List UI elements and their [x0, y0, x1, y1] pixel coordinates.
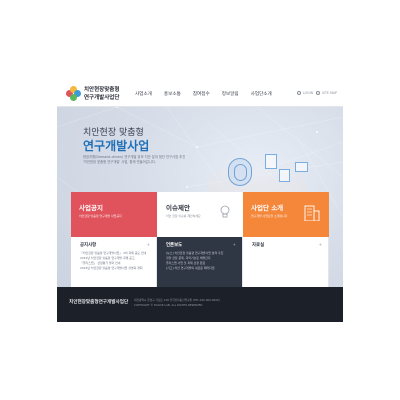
footer-copyright: COPYRIGHT © POLICE LAB. ALL RIGHTS RESER…: [134, 303, 204, 307]
hero-description: 현장지향(Demand-driven) 연구개발 공모 치안 분야 첨단 연구사…: [83, 155, 201, 164]
document-icon: [265, 154, 277, 169]
card-business-notice[interactable]: 사업공지 치안현장 맞춤형 연구개발 사업공지: [71, 192, 157, 237]
quick-cards: 사업공지 치안현장 맞춤형 연구개발 사업공지 이슈제안 치안 현장 이슈를 제…: [71, 192, 329, 237]
card-desc: 치안 현장 이슈를 제안하세요: [166, 214, 201, 218]
footer-logo: 치안현장맞춤형연구개발사업단: [69, 300, 129, 305]
more-button[interactable]: +: [147, 242, 150, 247]
card-desc: 연구개발 사업단을 소개합니다: [251, 214, 288, 218]
sitemap-link[interactable]: SITE MAP: [322, 91, 337, 95]
hero-desc-line1: 현장지향(Demand-driven) 연구개발 공모 치안 분야 첨단 연구사…: [83, 155, 186, 159]
site-footer: 치안현장맞춤형연구개발사업단 대전광역시 유성구 가정로 218 한국전자통신연…: [57, 287, 343, 322]
card-issue-proposal[interactable]: 이슈제안 치안 현장 이슈를 제안하세요: [157, 192, 243, 237]
more-button[interactable]: +: [233, 242, 236, 247]
nav-item-pr[interactable]: 홍보소통: [164, 91, 181, 97]
panel-archive: 자료실 +: [243, 237, 329, 287]
nav-item-apply[interactable]: 참여접수: [193, 91, 210, 97]
nav-item-info[interactable]: 정보알림: [222, 91, 239, 97]
nav-item-about[interactable]: 사업소개: [135, 91, 152, 97]
panel-press: 언론보도 + [뉴스] 치안현장 맞춤형 연구개발사업 본격 추진 경찰 현장 …: [157, 237, 243, 287]
main-nav: 사업소개 홍보소통 참여접수 정보알림 사업단소개: [135, 80, 284, 107]
card-title: 사업단 소개: [251, 204, 284, 212]
panel-notices: 공지사항 + 「치안현장 맞춤형 연구개발사업」 2차 과제 공모 안내 201…: [71, 237, 157, 287]
login-icon: [297, 91, 301, 95]
more-button[interactable]: +: [319, 242, 322, 247]
list-item[interactable]: [기고] 치안 연구개발의 새로운 패러다임: [166, 266, 223, 271]
building-icon: [304, 205, 320, 221]
board-panels: 공지사항 + 「치안현장 맞춤형 연구개발사업」 2차 과제 공모 안내 201…: [71, 237, 329, 287]
logo-text-line1[interactable]: 치안현장맞춤형: [84, 85, 119, 93]
card-title: 사업공지: [79, 204, 103, 212]
list-item[interactable]: 2019년 치안현장 맞춤형 연구개발사업 설명회 개최: [80, 266, 146, 271]
card-org-intro[interactable]: 사업단 소개 연구개발 사업단을 소개합니다: [243, 192, 329, 237]
logo-text-line2[interactable]: 연구개발사업단: [84, 93, 119, 101]
hero-desc-line2: '치안현장 맞춤형 연구개발' 사업, 함께 만들어갑니다.: [83, 159, 156, 164]
hero-title: 연구개발사업: [83, 139, 150, 153]
logo-emblem[interactable]: [66, 86, 81, 101]
sitemap-icon: [316, 91, 321, 95]
site-header: 치안현장맞춤형 연구개발사업단 사업소개 홍보소통 참여접수 정보알림 사업단소…: [57, 80, 343, 107]
card-desc: 치안현장 맞춤형 연구개발 사업공지: [79, 214, 122, 218]
document-icon: [279, 169, 290, 182]
card-title: 이슈제안: [166, 204, 190, 212]
login-link[interactable]: LOGIN: [303, 91, 313, 95]
panel-title: 자료실: [252, 243, 265, 248]
website-frame: 치안현장맞춤형 연구개발사업단 사업소개 홍보소통 참여접수 정보알림 사업단소…: [57, 80, 343, 322]
press-list: [뉴스] 치안현장 맞춤형 연구개발사업 본격 추진 경찰 현장 문제, 과학기…: [166, 251, 223, 271]
chart-icon: [295, 162, 308, 172]
footer-address: 대전광역시 유성구 가정로 218 한국전자통신연구원 (TEL 042-000…: [134, 298, 220, 302]
header-links: LOGIN SITE MAP: [297, 91, 337, 95]
panel-title: 언론보도: [166, 243, 183, 248]
panel-title: 공지사항: [80, 243, 97, 248]
bulb-icon: [220, 205, 230, 218]
nav-item-intro[interactable]: 사업단소개: [251, 91, 272, 97]
fingerprint-icon: [228, 158, 252, 186]
notice-list: 「치안현장 맞춤형 연구개발사업」 2차 과제 공모 안내 2019년 치안현장…: [80, 251, 146, 271]
